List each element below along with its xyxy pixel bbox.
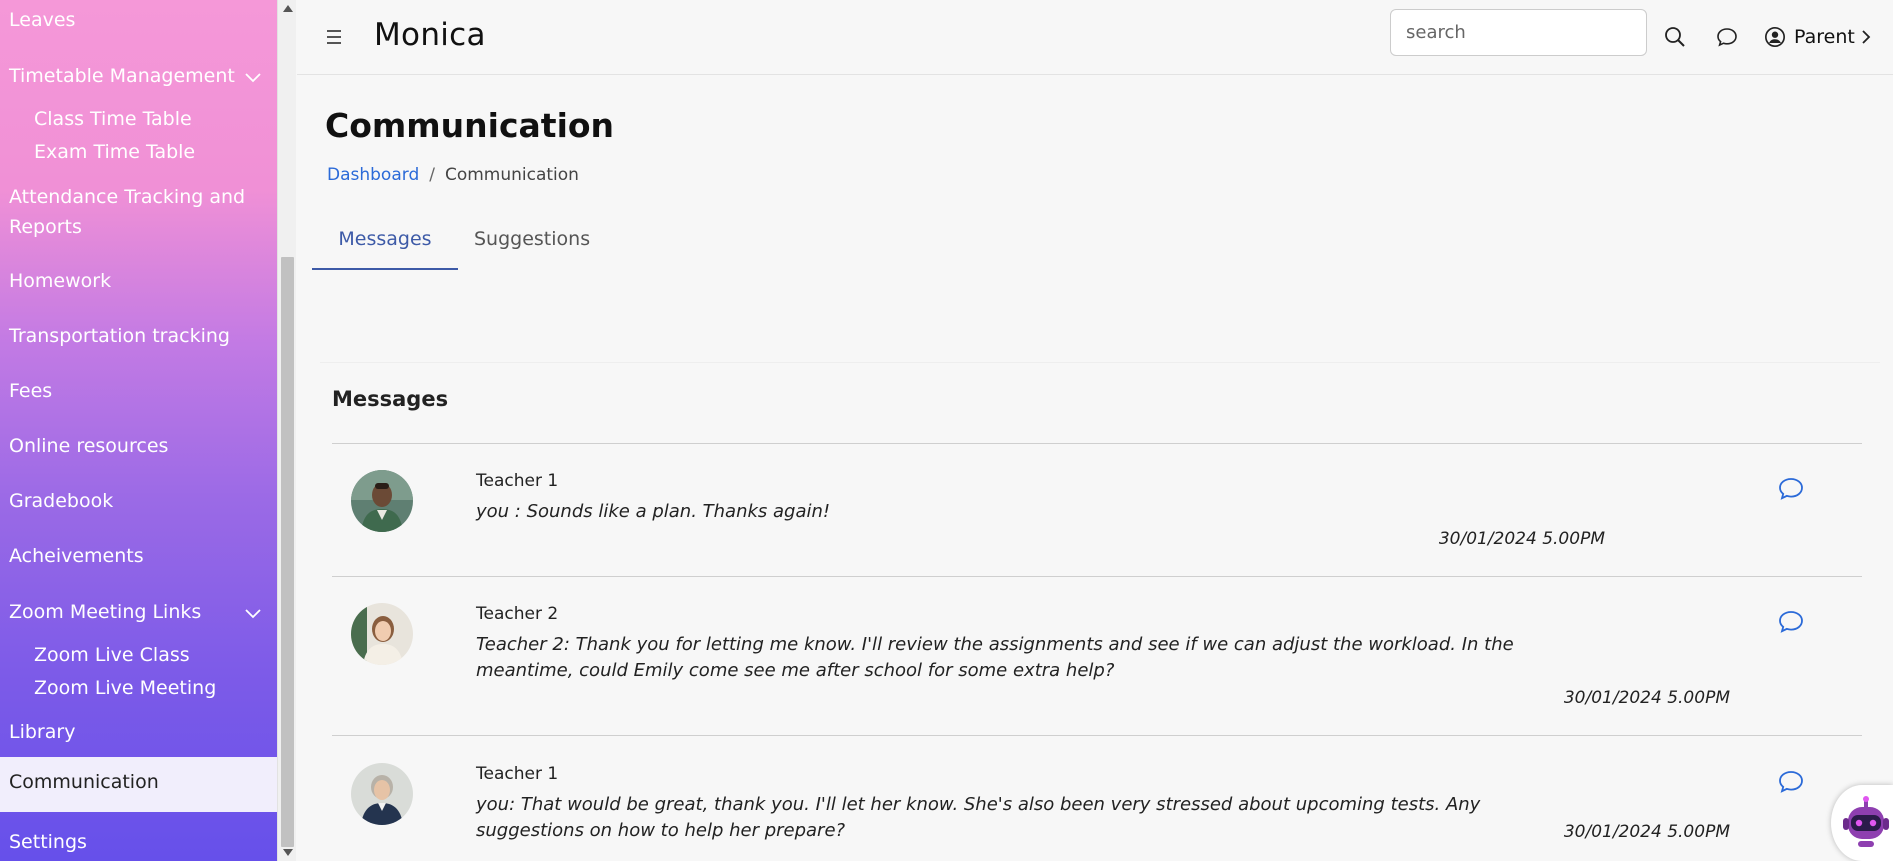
avatar[interactable]: [351, 603, 413, 665]
chatbot-launcher[interactable]: [1831, 785, 1893, 861]
brand-title: Monica: [374, 17, 486, 53]
scroll-up-arrow-icon[interactable]: [283, 5, 293, 12]
sidebar-item-homework[interactable]: Homework: [9, 270, 111, 292]
message-timestamp: 30/01/2024 5.00PM: [1438, 529, 1605, 549]
breadcrumb-dashboard-link[interactable]: Dashboard: [327, 165, 419, 185]
sidebar-item-online-resources[interactable]: Online resources: [9, 435, 168, 457]
message-sender: Teacher 1: [476, 764, 559, 784]
sidebar-item-timetable-management[interactable]: Timetable Management: [9, 65, 274, 87]
message-text: you : Sounds like a plan. Thanks again!: [476, 501, 831, 522]
breadcrumb: Dashboard / Communication: [327, 165, 579, 185]
sidebar-item-zoom-live-class[interactable]: Zoom Live Class: [34, 644, 190, 666]
sidebar-item-library[interactable]: Library: [9, 721, 75, 743]
chevron-down-icon[interactable]: [243, 603, 263, 623]
sidebar-item-communication[interactable]: Communication: [0, 757, 277, 812]
sidebar-item-attendance[interactable]: Attendance Tracking and Reports: [9, 182, 259, 242]
sidebar-item-exam-time-table[interactable]: Exam Time Table: [34, 141, 195, 163]
sidebar-item-gradebook[interactable]: Gradebook: [9, 490, 113, 512]
chevron-right-icon: [1862, 30, 1871, 44]
breadcrumb-separator: /: [429, 165, 435, 185]
sidebar-item-label: Timetable Management: [9, 65, 235, 87]
avatar[interactable]: [351, 763, 413, 825]
user-role-label: Parent: [1794, 26, 1855, 48]
chat-bubble-icon[interactable]: [1777, 476, 1805, 502]
sidebar-scrollbar[interactable]: [277, 0, 296, 861]
avatar[interactable]: [351, 470, 413, 532]
sidebar-item-label: Communication: [9, 771, 159, 793]
message-text: you: That would be great, thank you. I'l…: [476, 794, 1481, 841]
sidebar-item-settings[interactable]: Settings: [9, 831, 87, 853]
message-text: Teacher 2: Thank you for letting me know…: [476, 634, 1514, 681]
sidebar-item-achievements[interactable]: Acheivements: [9, 545, 144, 567]
divider: [332, 735, 1862, 736]
hamburger-icon[interactable]: [327, 26, 345, 46]
sidebar-item-transportation[interactable]: Transportation tracking: [9, 325, 230, 347]
top-header: Monica Parent: [297, 0, 1893, 75]
breadcrumb-current: Communication: [444, 165, 579, 185]
messages-card-title: Messages: [332, 387, 449, 411]
divider: [332, 576, 1862, 577]
sidebar-item-label: Zoom Meeting Links: [9, 601, 202, 623]
sidebar-item-class-time-table[interactable]: Class Time Table: [34, 108, 192, 130]
search-icon[interactable]: [1663, 25, 1687, 49]
sidebar-item-fees[interactable]: Fees: [9, 380, 52, 402]
messages-card: Messages Teacher 1 you : Sounds like a p…: [320, 362, 1880, 861]
tab-suggestions[interactable]: Suggestions: [474, 222, 590, 270]
divider: [332, 443, 1862, 444]
scroll-down-arrow-icon[interactable]: [283, 849, 293, 856]
sidebar-item-leaves[interactable]: Leaves: [9, 9, 75, 31]
chatbot-icon: [1838, 795, 1893, 851]
page-title: Communication: [325, 106, 615, 145]
scrollbar-thumb[interactable]: [281, 257, 294, 847]
search-input[interactable]: [1390, 9, 1647, 56]
chat-bubble-icon[interactable]: [1777, 609, 1805, 635]
chat-bubble-icon[interactable]: [1777, 769, 1805, 795]
chat-bubble-icon[interactable]: [1715, 25, 1739, 49]
user-circle-icon: [1765, 27, 1785, 47]
sidebar: Leaves Timetable Management Class Time T…: [0, 0, 277, 861]
sidebar-item-zoom-live-meeting[interactable]: Zoom Live Meeting: [34, 677, 216, 699]
message-sender: Teacher 1: [476, 471, 559, 491]
message-timestamp: 30/01/2024 5.00PM: [1563, 688, 1730, 708]
message-timestamp: 30/01/2024 5.00PM: [1563, 822, 1730, 842]
chevron-down-icon[interactable]: [243, 67, 263, 87]
sidebar-item-zoom-meeting-links[interactable]: Zoom Meeting Links: [9, 601, 201, 623]
user-menu[interactable]: Parent: [1764, 24, 1873, 50]
message-sender: Teacher 2: [476, 604, 559, 624]
tab-messages[interactable]: Messages: [312, 222, 458, 270]
